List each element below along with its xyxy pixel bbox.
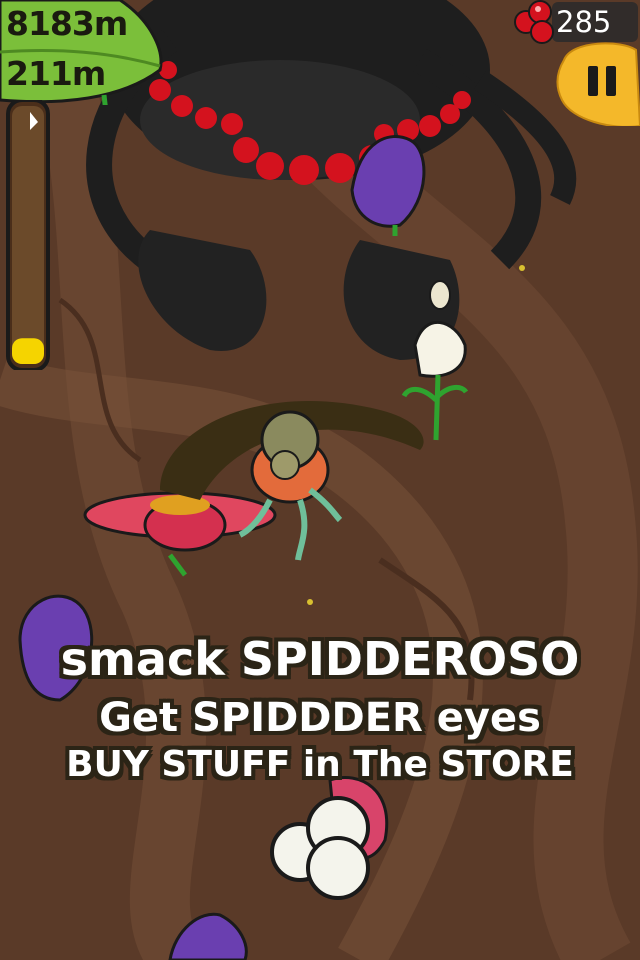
progress-fill xyxy=(12,338,44,364)
berry-count: 285 xyxy=(556,5,612,39)
game-background-scene xyxy=(0,0,640,960)
current-distance: 211m xyxy=(6,54,106,93)
snail-shell xyxy=(429,280,451,310)
progress-bar xyxy=(6,100,50,370)
game-screen[interactable]: 8183m 211m 285 smack SPIDDEROSO Get SPID… xyxy=(0,0,640,960)
total-distance: 8183m xyxy=(6,4,128,43)
red-berries-icon xyxy=(514,0,554,44)
tip-line-smack: smack SPIDDEROSO xyxy=(60,632,580,686)
pause-button[interactable] xyxy=(552,40,640,126)
tip-line-eyes: Get SPIDDDER eyes xyxy=(99,695,541,741)
tip-line-store: BUY STUFF in The STORE xyxy=(66,744,574,785)
